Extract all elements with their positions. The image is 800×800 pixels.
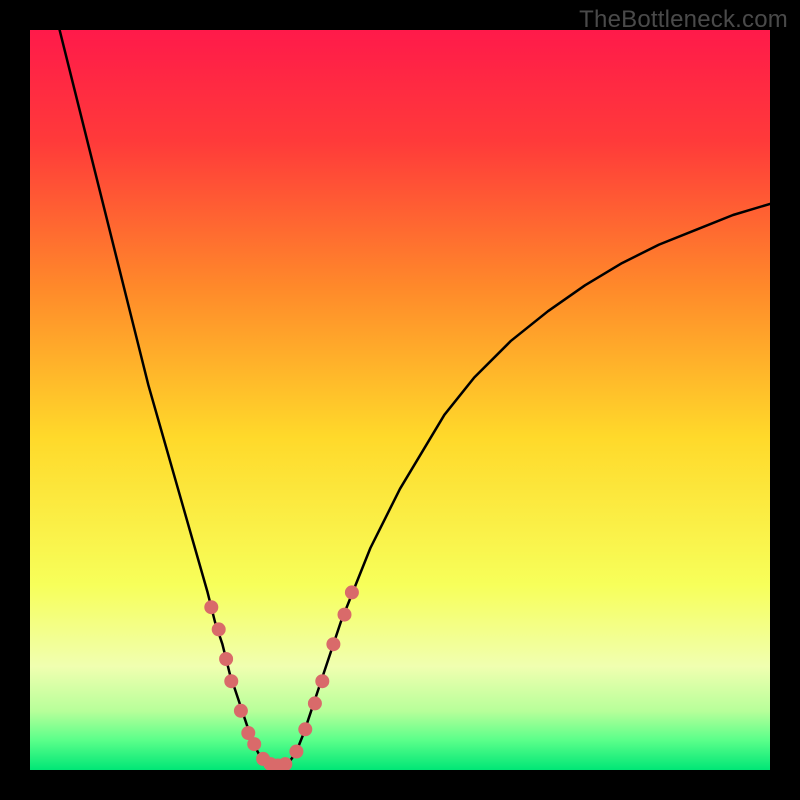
marker-dot bbox=[345, 585, 359, 599]
marker-dot bbox=[338, 608, 352, 622]
marker-dot bbox=[289, 745, 303, 759]
chart-container: TheBottleneck.com bbox=[0, 0, 800, 800]
marker-dot bbox=[247, 737, 261, 751]
marker-dot bbox=[298, 722, 312, 736]
chart-background bbox=[30, 30, 770, 770]
marker-dot bbox=[204, 600, 218, 614]
marker-dot bbox=[308, 696, 322, 710]
marker-dot bbox=[224, 674, 238, 688]
marker-dot bbox=[315, 674, 329, 688]
marker-dot bbox=[219, 652, 233, 666]
plot-area bbox=[30, 30, 770, 770]
chart-svg bbox=[30, 30, 770, 770]
marker-dot bbox=[212, 622, 226, 636]
marker-dot bbox=[326, 637, 340, 651]
marker-dot bbox=[234, 704, 248, 718]
